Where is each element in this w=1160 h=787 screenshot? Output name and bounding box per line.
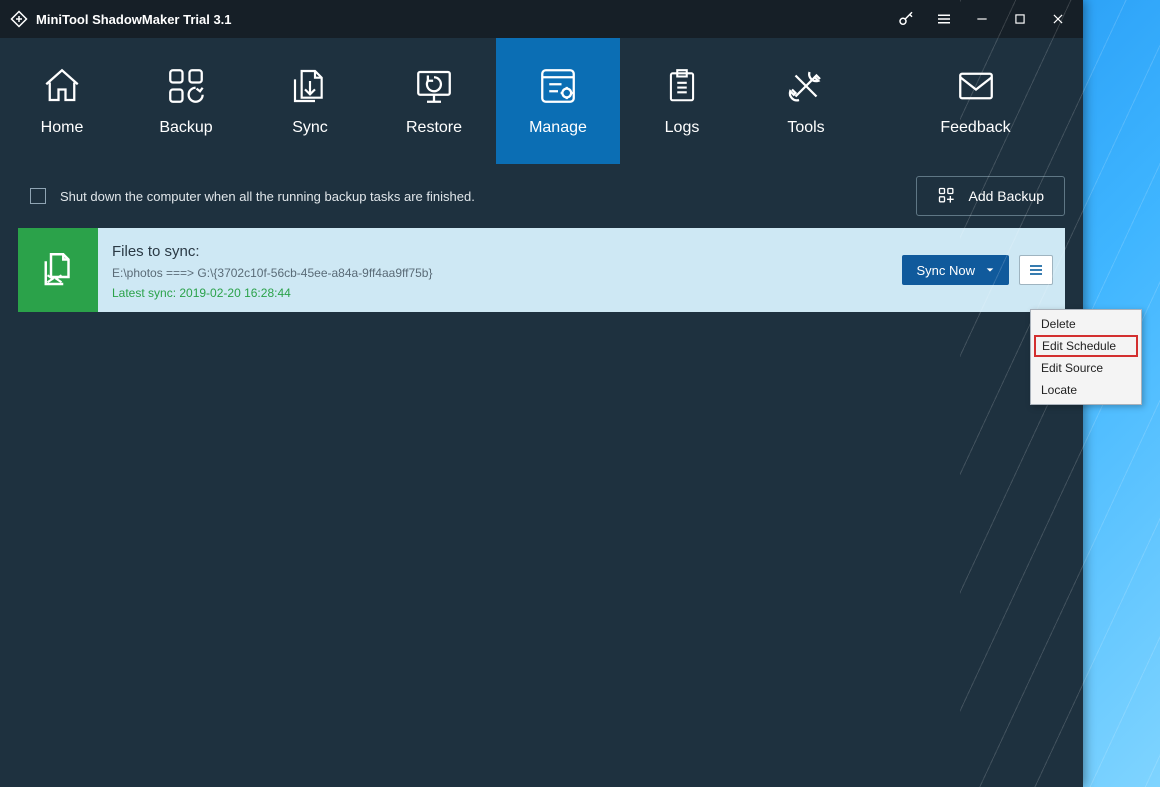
task-actions: Sync Now bbox=[902, 255, 1053, 285]
shutdown-checkbox-label: Shut down the computer when all the runn… bbox=[60, 189, 475, 204]
menu-delete[interactable]: Delete bbox=[1031, 313, 1141, 335]
desktop-background: MiniTool ShadowMaker Trial 3.1 bbox=[0, 0, 1160, 787]
nav-sync[interactable]: Sync bbox=[248, 38, 372, 164]
hamburger-icon bbox=[1026, 262, 1046, 278]
nav-logs[interactable]: Logs bbox=[620, 38, 744, 164]
menu-locate[interactable]: Locate bbox=[1031, 379, 1141, 401]
nav-backup[interactable]: Backup bbox=[124, 38, 248, 164]
maximize-button[interactable] bbox=[1001, 0, 1039, 38]
add-backup-label: Add Backup bbox=[969, 188, 1045, 204]
nav-sync-label: Sync bbox=[292, 119, 328, 137]
nav-feedback[interactable]: Feedback bbox=[868, 38, 1083, 164]
sync-now-button[interactable]: Sync Now bbox=[902, 255, 1009, 285]
home-icon bbox=[41, 65, 83, 107]
task-type-badge bbox=[18, 228, 98, 312]
close-button[interactable] bbox=[1039, 0, 1077, 38]
nav-logs-label: Logs bbox=[665, 119, 700, 137]
nav-manage[interactable]: Manage bbox=[496, 38, 620, 164]
nav-restore-label: Restore bbox=[406, 119, 462, 137]
menu-edit-schedule[interactable]: Edit Schedule bbox=[1034, 335, 1138, 357]
nav-tools[interactable]: Tools bbox=[744, 38, 868, 164]
feedback-icon bbox=[955, 65, 997, 107]
nav-restore[interactable]: Restore bbox=[372, 38, 496, 164]
nav-home[interactable]: Home bbox=[0, 38, 124, 164]
menu-icon[interactable] bbox=[925, 0, 963, 38]
task-body: Files to sync: E:\photos ===> G:\{3702c1… bbox=[98, 228, 1065, 312]
manage-icon bbox=[537, 65, 579, 107]
tools-icon bbox=[785, 65, 827, 107]
backup-icon bbox=[165, 65, 207, 107]
window-title: MiniTool ShadowMaker Trial 3.1 bbox=[36, 12, 232, 27]
task-menu-button[interactable] bbox=[1019, 255, 1053, 285]
add-backup-icon bbox=[937, 186, 957, 206]
menu-edit-source[interactable]: Edit Source bbox=[1031, 357, 1141, 379]
dropdown-caret-icon bbox=[985, 265, 995, 275]
logs-icon bbox=[663, 65, 701, 107]
task-status: Latest sync: 2019-02-20 16:28:44 bbox=[112, 286, 1051, 300]
application-window: MiniTool ShadowMaker Trial 3.1 bbox=[0, 0, 1083, 787]
main-nav: Home Backup bbox=[0, 38, 1083, 164]
nav-feedback-label: Feedback bbox=[940, 119, 1010, 137]
shutdown-checkbox[interactable] bbox=[30, 188, 46, 204]
nav-tools-label: Tools bbox=[787, 119, 824, 137]
key-icon[interactable] bbox=[887, 0, 925, 38]
nav-backup-label: Backup bbox=[159, 119, 212, 137]
file-sync-icon bbox=[37, 247, 79, 293]
sync-icon bbox=[290, 65, 330, 107]
add-backup-button[interactable]: Add Backup bbox=[916, 176, 1066, 216]
title-bar: MiniTool ShadowMaker Trial 3.1 bbox=[0, 0, 1083, 38]
restore-icon bbox=[413, 65, 455, 107]
content-area: Files to sync: E:\photos ===> G:\{3702c1… bbox=[0, 228, 1083, 787]
app-logo-area: MiniTool ShadowMaker Trial 3.1 bbox=[10, 10, 232, 28]
sync-task-card: Files to sync: E:\photos ===> G:\{3702c1… bbox=[18, 228, 1065, 312]
task-context-menu: Delete Edit Schedule Edit Source Locate bbox=[1030, 309, 1142, 405]
nav-manage-label: Manage bbox=[529, 119, 587, 137]
app-logo-icon bbox=[10, 10, 28, 28]
sync-now-label: Sync Now bbox=[916, 263, 975, 278]
minimize-button[interactable] bbox=[963, 0, 1001, 38]
options-bar: Shut down the computer when all the runn… bbox=[0, 164, 1083, 228]
nav-home-label: Home bbox=[41, 119, 84, 137]
